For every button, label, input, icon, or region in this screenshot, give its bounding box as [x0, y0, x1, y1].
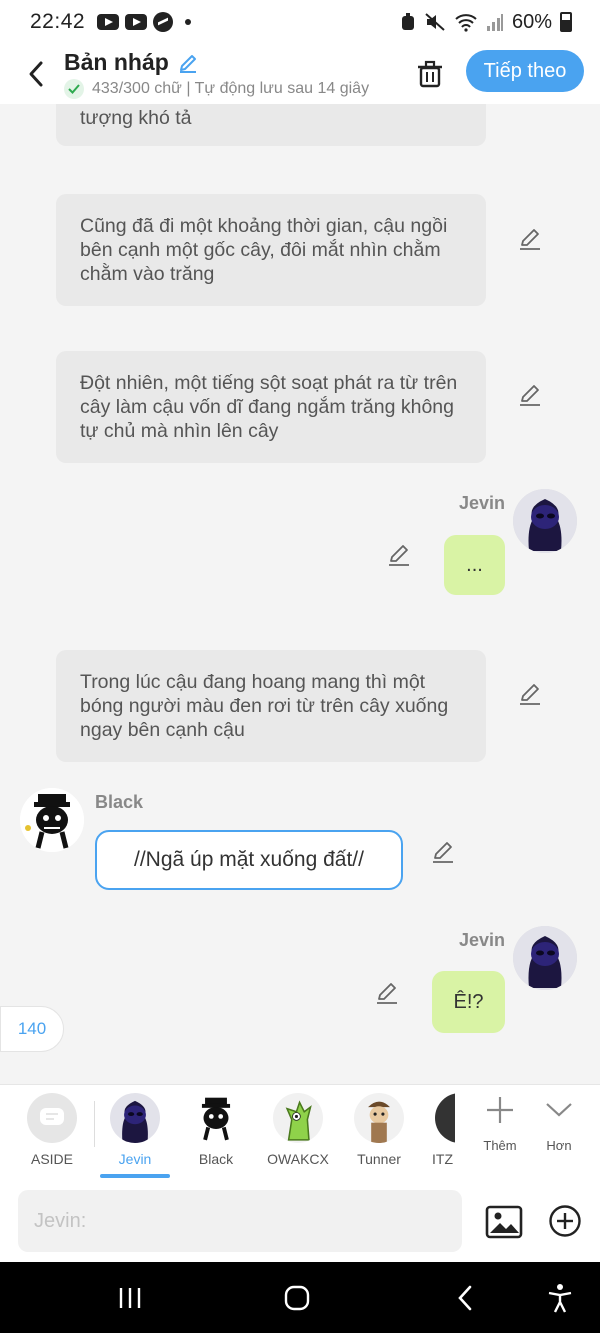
- title-block: Bản nháp 433/300 chữ | Tự động lưu sau 1…: [64, 49, 394, 99]
- message-input[interactable]: [18, 1190, 462, 1252]
- narration-bubble[interactable]: Đột nhiên, một tiếng sột soạt phát ra từ…: [56, 351, 486, 463]
- trash-icon: [418, 60, 442, 88]
- narration-text: tượng khó tả: [80, 107, 192, 129]
- signal-icon: [486, 14, 503, 31]
- character-label: Black: [198, 1151, 234, 1167]
- character-label: ITZ: [432, 1151, 453, 1167]
- back-button[interactable]: [18, 54, 54, 94]
- youtube-icon: [125, 14, 148, 30]
- character-bar: ASIDE Jevin Black OWAKCX Tunner ITZ Thêm: [0, 1084, 600, 1178]
- saved-check-icon: [64, 79, 84, 99]
- character-label: OWAKCX: [267, 1151, 329, 1167]
- messenger-icon: [153, 12, 174, 32]
- add-character-button[interactable]: Thêm: [472, 1095, 528, 1153]
- character-label: Jevin: [118, 1151, 152, 1167]
- character-black[interactable]: Black: [181, 1093, 251, 1167]
- page-title: Bản nháp: [64, 49, 169, 75]
- message-text: ...: [466, 553, 483, 576]
- speaker-name: Jevin: [459, 930, 506, 950]
- delete-button[interactable]: [412, 54, 448, 94]
- speaker-name: Jevin: [459, 493, 506, 513]
- autosave-status: 433/300 chữ | Tự động lưu sau 14 giây: [92, 80, 370, 97]
- edit-pencil-icon[interactable]: [517, 681, 543, 707]
- edit-title-pencil-icon[interactable]: [177, 52, 199, 74]
- system-icons: 60%: [400, 11, 572, 34]
- edit-pencil-icon[interactable]: [374, 980, 400, 1006]
- narration-bubble[interactable]: tượng khó tả: [56, 104, 486, 146]
- message-bubble-jevin[interactable]: ...: [444, 535, 505, 595]
- home-icon: [284, 1285, 310, 1311]
- edit-pencil-icon[interactable]: [386, 542, 412, 568]
- chevron-down-icon: [546, 1103, 572, 1117]
- character-tunner[interactable]: Tunner: [344, 1093, 414, 1167]
- add-circle-icon[interactable]: [548, 1204, 582, 1238]
- recent-apps-icon: [119, 1288, 141, 1308]
- more-label: Hơn: [546, 1138, 572, 1153]
- header: Bản nháp 433/300 chữ | Tự động lưu sau 1…: [0, 44, 600, 104]
- character-label: ASIDE: [30, 1151, 73, 1167]
- avatar-jevin[interactable]: [513, 926, 577, 990]
- chat-bubble-icon: [40, 1108, 64, 1125]
- add-label: Thêm: [483, 1138, 517, 1153]
- accessibility-button[interactable]: [540, 1280, 580, 1316]
- narration-text: Cũng đã đi một khoảng thời gian, cậu ngồ…: [80, 215, 448, 285]
- mute-icon: [425, 13, 445, 31]
- battery-percent: 60%: [511, 10, 552, 33]
- more-notifications-dot-icon: [185, 19, 192, 25]
- wifi-icon: [455, 14, 477, 32]
- next-button[interactable]: Tiếp theo: [466, 50, 584, 92]
- more-button[interactable]: Hơn: [531, 1095, 587, 1153]
- narration-bubble[interactable]: Trong lúc cậu đang hoang mang thì một bó…: [56, 650, 486, 762]
- back-nav-button[interactable]: [445, 1280, 485, 1316]
- edit-pencil-icon[interactable]: [517, 382, 543, 408]
- notification-icons: [97, 12, 192, 32]
- status-time: 22:42: [30, 10, 86, 33]
- composer: [0, 1178, 600, 1262]
- message-text: //Ngã úp mặt xuống đất//: [134, 848, 364, 871]
- message-bubble-black[interactable]: //Ngã úp mặt xuống đất//: [95, 830, 403, 890]
- narration-bubble[interactable]: Cũng đã đi một khoảng thời gian, cậu ngồ…: [56, 194, 486, 306]
- character-jevin[interactable]: Jevin: [100, 1093, 170, 1167]
- back-arrow-icon: [458, 1285, 472, 1311]
- youtube-icon: [97, 14, 120, 30]
- system-nav-bar: [0, 1262, 600, 1333]
- image-icon[interactable]: [484, 1202, 524, 1242]
- avatar-jevin[interactable]: [513, 489, 577, 553]
- divider: [94, 1101, 95, 1147]
- recent-apps-button[interactable]: [110, 1280, 150, 1316]
- character-label: Tunner: [357, 1151, 401, 1167]
- character-owakcx[interactable]: OWAKCX: [263, 1093, 333, 1167]
- message-counter[interactable]: 140: [0, 1006, 64, 1052]
- accessibility-icon: [548, 1284, 572, 1313]
- battery-icon: [560, 12, 572, 32]
- plus-icon: [487, 1097, 513, 1123]
- message-bubble-jevin[interactable]: Ê!?: [432, 971, 505, 1033]
- narration-text: Đột nhiên, một tiếng sột soạt phát ra từ…: [80, 372, 458, 442]
- status-bar: 22:42 60%: [0, 0, 600, 44]
- message-text: Ê!?: [453, 990, 484, 1013]
- chevron-left-icon: [29, 61, 43, 87]
- home-button[interactable]: [277, 1280, 317, 1316]
- edit-pencil-icon[interactable]: [430, 839, 456, 865]
- chat-area[interactable]: tượng khó tả Cũng đã đi một khoảng thời …: [0, 104, 600, 1084]
- speaker-name: Black: [95, 792, 144, 812]
- edit-pencil-icon[interactable]: [517, 226, 543, 252]
- character-itz[interactable]: ITZ: [405, 1093, 455, 1167]
- character-aside[interactable]: ASIDE: [17, 1093, 87, 1167]
- narration-text: Trong lúc cậu đang hoang mang thì một bó…: [80, 671, 449, 741]
- avatar-black[interactable]: [20, 788, 84, 852]
- alarm-icon: [401, 13, 414, 30]
